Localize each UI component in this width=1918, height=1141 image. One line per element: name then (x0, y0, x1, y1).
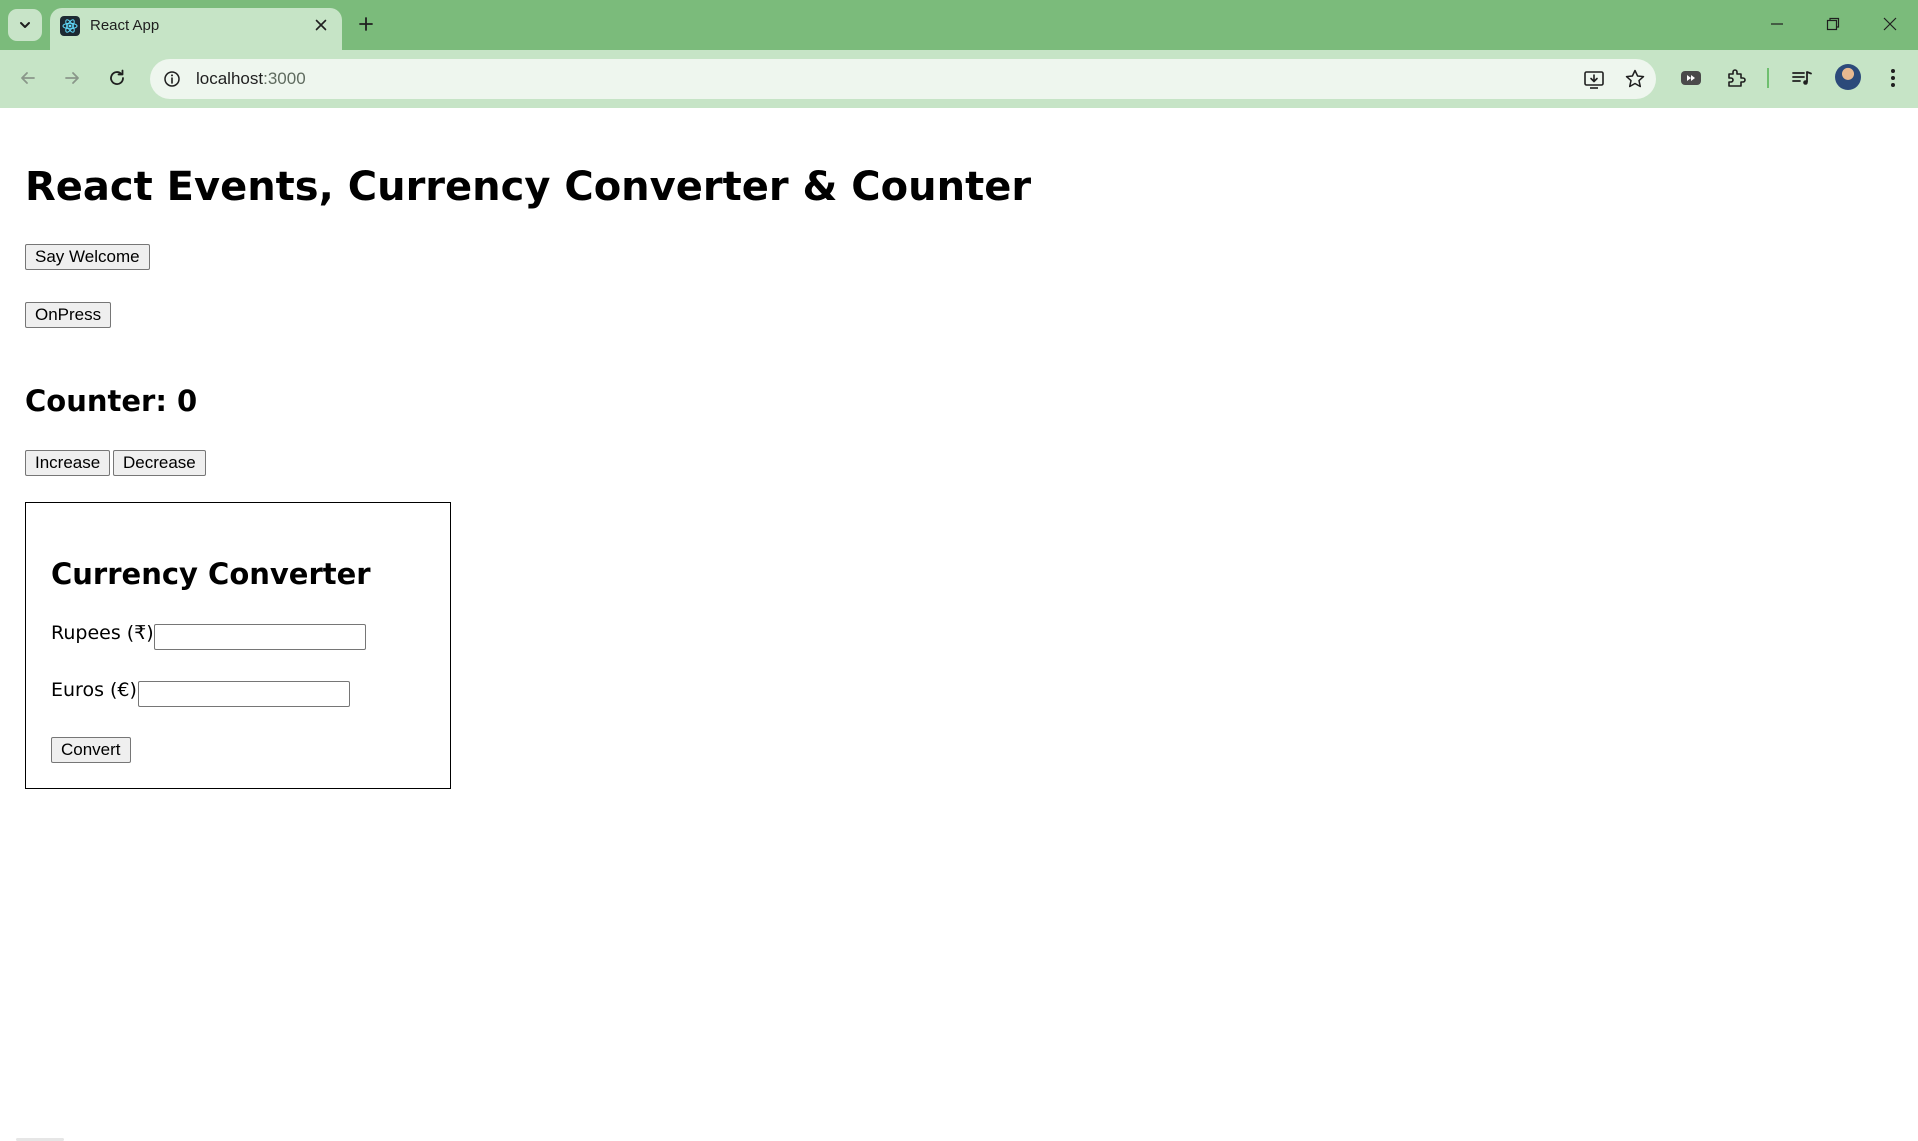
euros-label: Euros (€): (51, 679, 144, 701)
minimize-icon (1771, 23, 1783, 25)
bookmark-star-icon[interactable] (1623, 67, 1647, 91)
close-icon (1883, 17, 1897, 31)
forward-button[interactable] (56, 62, 88, 94)
tab-search-button[interactable] (8, 9, 42, 41)
url-host: localhost (196, 69, 264, 88)
currency-converter-title: Currency Converter (51, 557, 371, 591)
back-button[interactable] (12, 62, 44, 94)
url-port: :3000 (263, 69, 306, 88)
restore-button[interactable] (1815, 8, 1851, 40)
say-welcome-button[interactable]: Say Welcome (25, 244, 150, 270)
currency-converter-panel: Currency Converter Rupees (₹): Euros (€)… (25, 502, 451, 789)
onpress-button[interactable]: OnPress (25, 302, 112, 328)
more-menu-icon[interactable] (1878, 63, 1908, 93)
plus-icon (359, 17, 373, 31)
site-info-icon[interactable] (160, 67, 184, 91)
extensions-puzzle-icon[interactable] (1721, 63, 1751, 93)
toolbar-separator (1767, 68, 1769, 88)
media-extension-icon[interactable] (1676, 63, 1706, 93)
install-app-icon[interactable] (1582, 67, 1606, 91)
tab-strip: React App (0, 0, 1918, 50)
minimize-button[interactable] (1759, 8, 1795, 40)
react-logo-icon (60, 16, 80, 36)
chevron-down-icon (20, 22, 30, 28)
reading-list-icon[interactable] (1787, 63, 1817, 93)
arrow-right-icon (65, 72, 79, 84)
restore-icon (1826, 17, 1840, 31)
page-viewport: React Events, Currency Converter & Count… (0, 108, 1918, 1141)
tab-title: React App (90, 17, 160, 34)
reload-button[interactable] (101, 62, 133, 94)
counter-display: Counter: 0 (25, 384, 198, 418)
close-window-button[interactable] (1872, 8, 1908, 40)
convert-button[interactable]: Convert (51, 737, 131, 763)
page-title: React Events, Currency Converter & Count… (25, 164, 1032, 210)
tab-react-app[interactable]: React App (50, 8, 342, 50)
browser-chrome: React App localhost:3000 (0, 0, 1918, 108)
reload-icon (110, 69, 124, 85)
euros-input[interactable] (138, 681, 350, 707)
increase-button[interactable]: Increase (25, 450, 111, 476)
tab-close-button[interactable] (310, 14, 332, 36)
browser-toolbar: localhost:3000 (0, 50, 1918, 108)
decrease-button[interactable]: Decrease (113, 450, 206, 476)
rupees-label: Rupees (₹): (51, 622, 161, 644)
url-text[interactable]: localhost:3000 (196, 69, 306, 89)
arrow-left-icon (21, 72, 35, 84)
profile-avatar[interactable] (1835, 64, 1861, 90)
close-icon (315, 19, 327, 31)
new-tab-button[interactable] (352, 10, 380, 38)
address-bar[interactable]: localhost:3000 (150, 59, 1656, 99)
rupees-input[interactable] (154, 624, 366, 650)
